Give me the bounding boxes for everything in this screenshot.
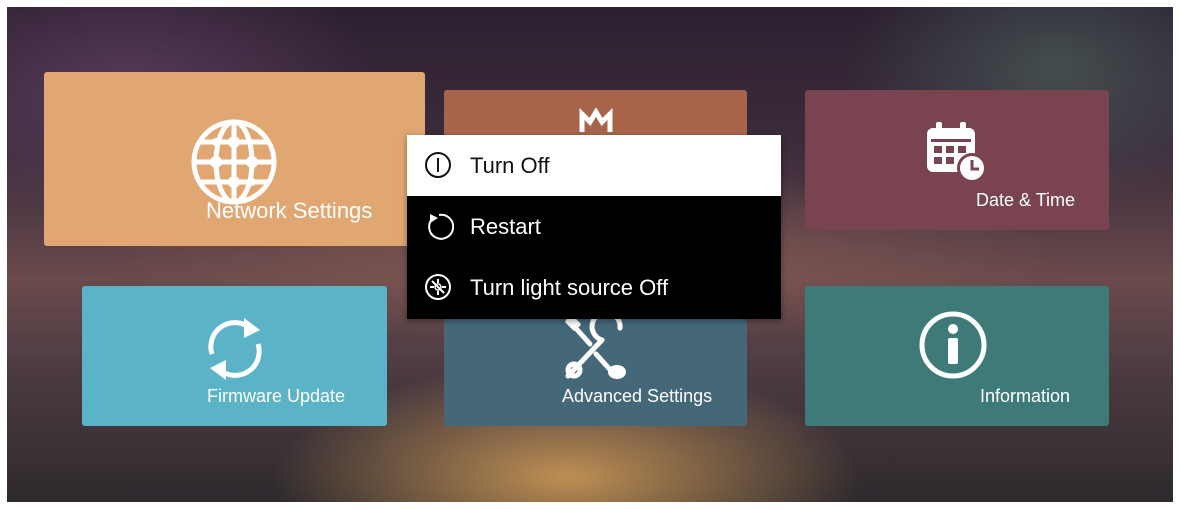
network-settings-label: Network Settings — [206, 198, 373, 223]
info-icon — [919, 311, 987, 379]
menu-item-label: Restart — [470, 214, 541, 239]
refresh-arrows-icon — [208, 318, 262, 380]
home-screen: Network Settings Date & Time Firmware Up… — [7, 7, 1173, 502]
network-settings-tile[interactable]: Network Settings — [44, 72, 425, 246]
date-time-tile[interactable]: Date & Time — [805, 90, 1109, 230]
advanced-settings-label: Advanced Settings — [562, 386, 713, 406]
menu-item-turn-off[interactable]: Turn Off — [407, 135, 781, 196]
date-time-label: Date & Time — [976, 190, 1076, 210]
tools-icon — [565, 316, 626, 379]
globe-network-icon — [191, 119, 277, 205]
firmware-update-label: Firmware Update — [207, 386, 346, 406]
firmware-update-tile[interactable]: Firmware Update — [82, 286, 387, 426]
information-tile[interactable]: Information — [805, 286, 1109, 426]
light-off-icon — [425, 274, 451, 300]
power-menu: Turn Off Restart Turn light source Off — [407, 135, 781, 319]
menu-item-label: Turn Off — [470, 153, 550, 178]
power-icon — [425, 152, 451, 178]
calendar-clock-icon — [927, 122, 987, 183]
restart-icon — [428, 213, 454, 240]
information-label: Information — [980, 386, 1071, 406]
partial-hidden-icon — [579, 108, 613, 132]
menu-item-label: Turn light source Off — [470, 275, 669, 300]
menu-item-light-source-off[interactable]: Turn light source Off — [407, 257, 781, 318]
menu-item-restart[interactable]: Restart — [407, 196, 781, 257]
